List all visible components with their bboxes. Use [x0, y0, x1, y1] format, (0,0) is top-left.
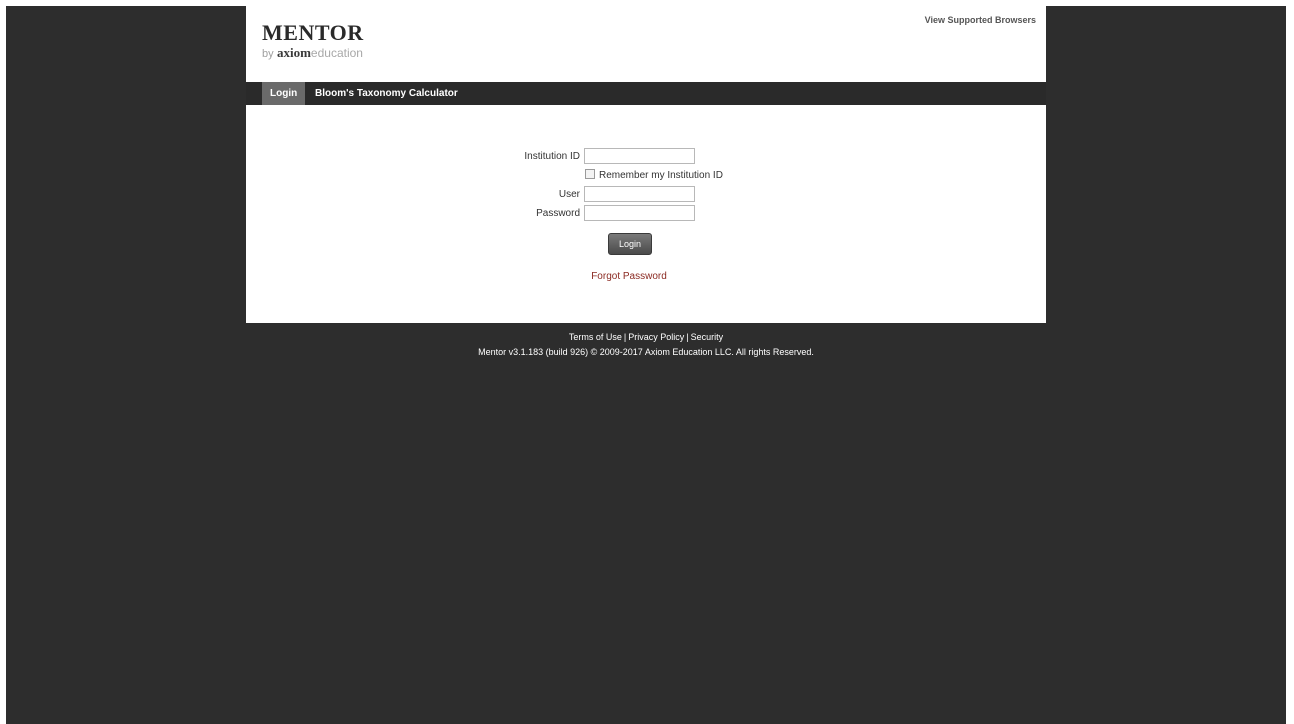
footer-links: Terms of Use | Privacy Policy | Security	[6, 330, 1286, 345]
remember-institution-label: Remember my Institution ID	[599, 170, 723, 181]
institution-id-input[interactable]	[584, 148, 695, 164]
security-link[interactable]: Security	[691, 332, 724, 342]
password-label: Password	[536, 208, 580, 219]
remember-institution-checkbox[interactable]	[585, 169, 595, 180]
login-form: Institution ID Remember my Institution I…	[246, 6, 1046, 323]
forgot-password-link[interactable]: Forgot Password	[246, 271, 1012, 282]
remember-institution-row: Remember my Institution ID	[585, 169, 723, 183]
institution-id-label: Institution ID	[524, 151, 580, 162]
footer: Terms of Use | Privacy Policy | Security Men…	[6, 330, 1286, 360]
login-button[interactable]: Login	[608, 233, 652, 255]
page-background: MENTOR by axiomeducation View Supported …	[6, 6, 1286, 724]
copyright-text: Mentor v3.1.183 (build 926) © 2009-2017 …	[478, 347, 814, 357]
user-input[interactable]	[584, 186, 695, 202]
terms-of-use-link[interactable]: Terms of Use	[569, 332, 622, 342]
privacy-policy-link[interactable]: Privacy Policy	[628, 332, 684, 342]
main-panel: MENTOR by axiomeducation View Supported …	[246, 6, 1046, 323]
user-label: User	[558, 189, 580, 200]
password-input[interactable]	[584, 205, 695, 221]
